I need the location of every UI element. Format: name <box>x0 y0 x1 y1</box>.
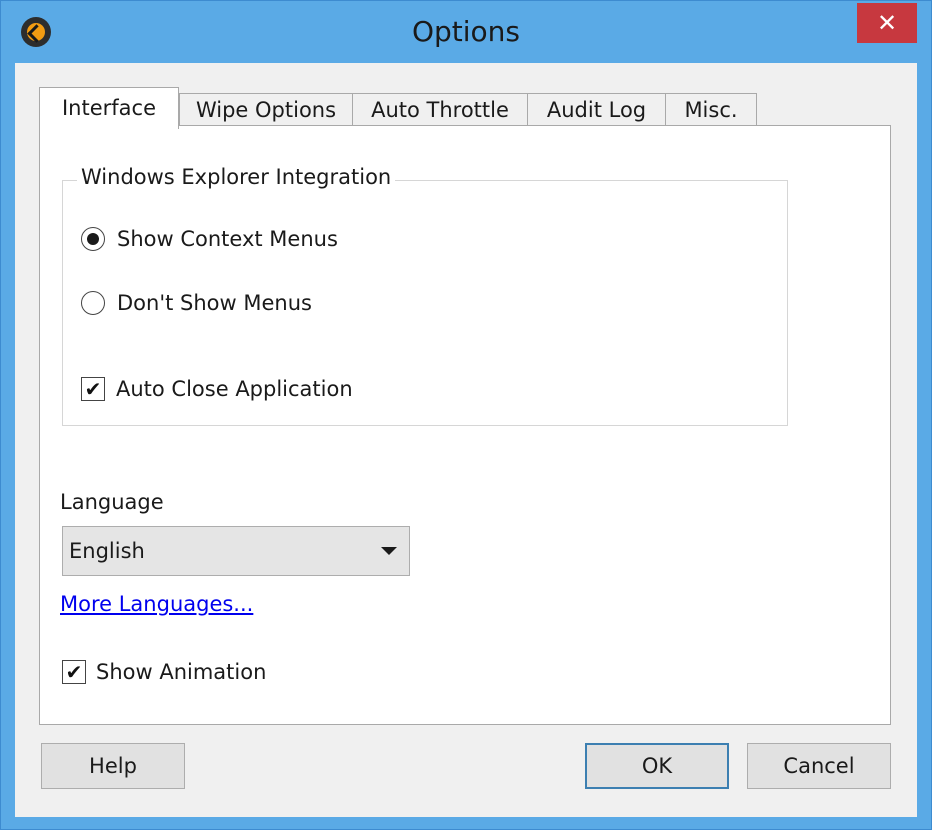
group-title: Windows Explorer Integration <box>77 165 396 189</box>
language-selected-value: English <box>69 539 145 563</box>
dont-show-menus-radio[interactable] <box>81 291 105 315</box>
language-label: Language <box>60 490 164 514</box>
auto-close-label[interactable]: Auto Close Application <box>116 377 353 401</box>
show-context-menus-label[interactable]: Show Context Menus <box>117 227 338 251</box>
window-title: Options <box>411 15 521 48</box>
close-button[interactable]: ✕ <box>857 3 917 43</box>
tab-auto-throttle[interactable]: Auto Throttle <box>352 93 528 127</box>
tab-audit-log[interactable]: Audit Log <box>527 93 666 127</box>
cancel-button[interactable]: Cancel <box>747 743 891 789</box>
show-animation-label[interactable]: Show Animation <box>96 660 266 684</box>
language-select[interactable]: English <box>62 526 410 576</box>
show-context-menus-radio[interactable] <box>81 227 105 251</box>
tab-wipe-options[interactable]: Wipe Options <box>179 93 353 127</box>
interface-tab-panel: Windows Explorer Integration Show Contex… <box>39 125 891 725</box>
auto-close-checkbox[interactable]: ✔ <box>81 377 105 401</box>
dont-show-menus-label[interactable]: Don't Show Menus <box>117 291 312 315</box>
show-animation-checkbox[interactable]: ✔ <box>62 660 86 684</box>
tab-misc[interactable]: Misc. <box>665 93 757 127</box>
title-bar[interactable]: Options ✕ <box>1 1 931 63</box>
help-button[interactable]: Help <box>41 743 185 789</box>
dialog-client-area: Interface Wipe Options Auto Throttle Aud… <box>15 63 917 817</box>
tab-interface[interactable]: Interface <box>39 87 179 129</box>
explorer-integration-group: Windows Explorer Integration Show Contex… <box>62 165 788 426</box>
more-languages-link[interactable]: More Languages... <box>60 592 253 616</box>
dropdown-arrow-icon <box>381 547 397 555</box>
ok-button[interactable]: OK <box>585 743 729 789</box>
options-window: Options ✕ Interface Wipe Options Auto Th… <box>0 0 932 830</box>
